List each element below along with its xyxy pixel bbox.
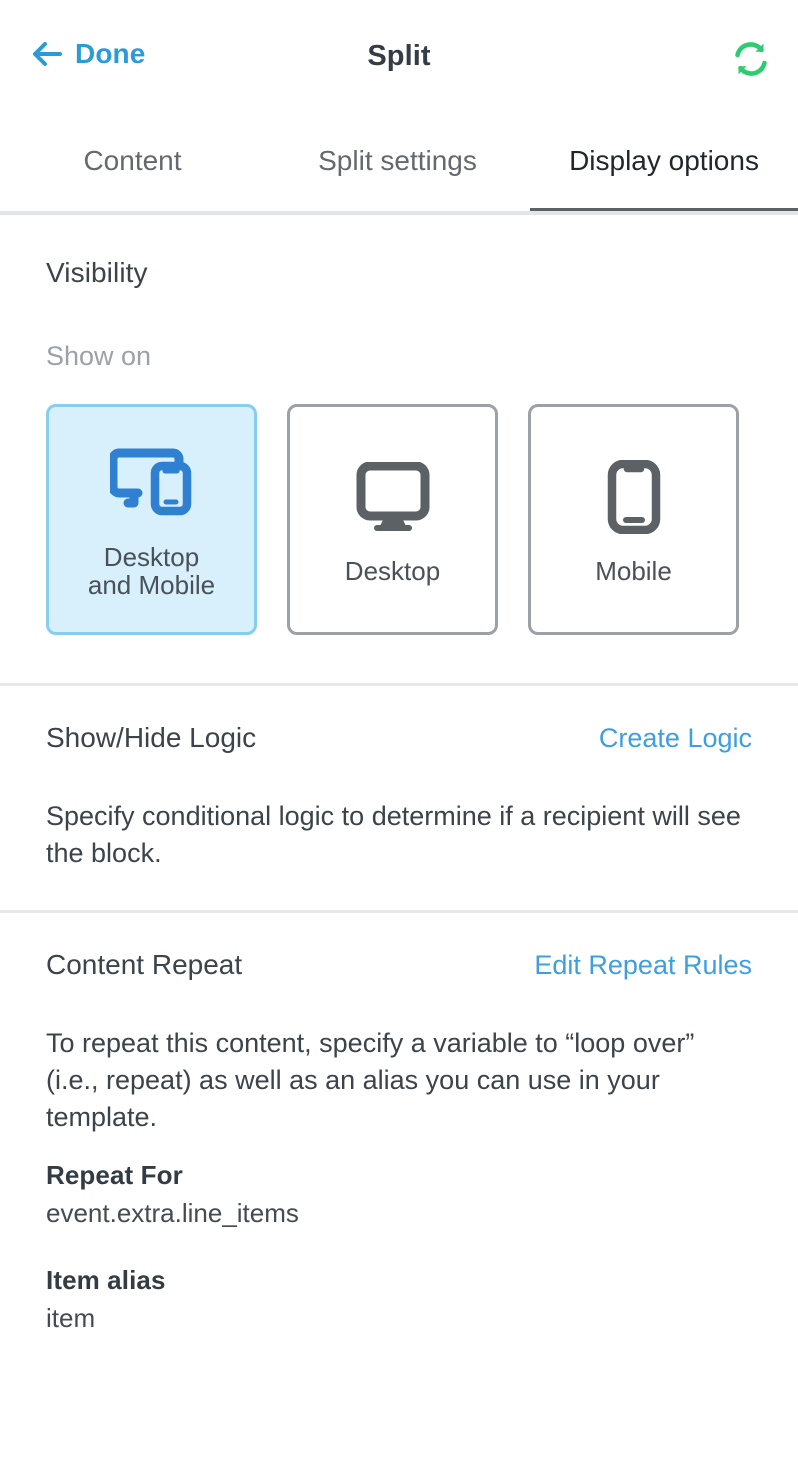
content-repeat-header: Content Repeat Edit Repeat Rules bbox=[46, 949, 752, 981]
desktop-monitor-icon bbox=[356, 454, 430, 540]
content-repeat-section: Content Repeat Edit Repeat Rules To repe… bbox=[0, 913, 798, 1408]
item-alias-label: Item alias bbox=[46, 1264, 166, 1295]
repeat-for-value: event.extra.line_items bbox=[46, 1197, 299, 1228]
show-hide-logic-description: Specify conditional logic to determine i… bbox=[46, 801, 741, 868]
desktop-and-mobile-icon bbox=[109, 440, 194, 526]
show-on-label: Show on bbox=[46, 341, 152, 371]
show-on-option-label: Desktop bbox=[344, 555, 441, 586]
create-logic-link[interactable]: Create Logic bbox=[599, 723, 752, 754]
sync-refresh-button[interactable] bbox=[730, 40, 772, 82]
tab-bar-rule bbox=[0, 211, 798, 215]
show-on-option-label: Desktop and Mobile bbox=[87, 541, 216, 600]
show-hide-logic-section: Show/Hide Logic Create Logic Specify con… bbox=[0, 686, 798, 910]
repeat-for-label: Repeat For bbox=[46, 1159, 183, 1190]
mobile-phone-icon bbox=[607, 454, 661, 540]
tab-display-options[interactable]: Display options bbox=[530, 145, 798, 215]
visibility-section: Visibility Show on Desktop and Mobile De… bbox=[0, 215, 798, 683]
page-title: Split bbox=[367, 40, 431, 72]
show-hide-logic-header: Show/Hide Logic Create Logic bbox=[46, 722, 752, 754]
tab-bar: Content Split settings Display options bbox=[0, 120, 798, 215]
content-repeat-title: Content Repeat bbox=[46, 948, 243, 980]
tab-content-label: Content bbox=[83, 145, 182, 176]
app-header: Done Split bbox=[0, 0, 798, 120]
tab-content[interactable]: Content bbox=[0, 145, 265, 215]
show-on-options: Desktop and Mobile Desktop Mobile bbox=[46, 404, 752, 635]
show-hide-logic-title: Show/Hide Logic bbox=[46, 722, 257, 753]
show-on-option-mobile[interactable]: Mobile bbox=[528, 404, 739, 635]
tab-split-settings-label: Split settings bbox=[318, 145, 477, 176]
tab-split-settings[interactable]: Split settings bbox=[265, 145, 530, 215]
show-on-option-desktop[interactable]: Desktop bbox=[287, 404, 498, 635]
item-alias-value: item bbox=[46, 1302, 96, 1333]
content-repeat-description: To repeat this content, specify a variab… bbox=[46, 1027, 695, 1132]
content-repeat-fields: Repeat For event.extra.line_items Item a… bbox=[46, 1136, 752, 1334]
visibility-title: Visibility bbox=[46, 257, 148, 288]
repeat-for-field[interactable]: Repeat For event.extra.line_items bbox=[46, 1160, 752, 1229]
item-alias-field[interactable]: Item alias item bbox=[46, 1265, 752, 1334]
edit-repeat-rules-link[interactable]: Edit Repeat Rules bbox=[534, 950, 752, 981]
tab-display-options-label: Display options bbox=[569, 145, 759, 176]
split-display-options-screen: Done Split Content Split settings Displa… bbox=[0, 0, 798, 1484]
show-on-option-desktop-and-mobile[interactable]: Desktop and Mobile bbox=[46, 404, 257, 635]
sync-refresh-icon bbox=[732, 40, 770, 83]
show-on-option-label: Mobile bbox=[595, 555, 672, 586]
